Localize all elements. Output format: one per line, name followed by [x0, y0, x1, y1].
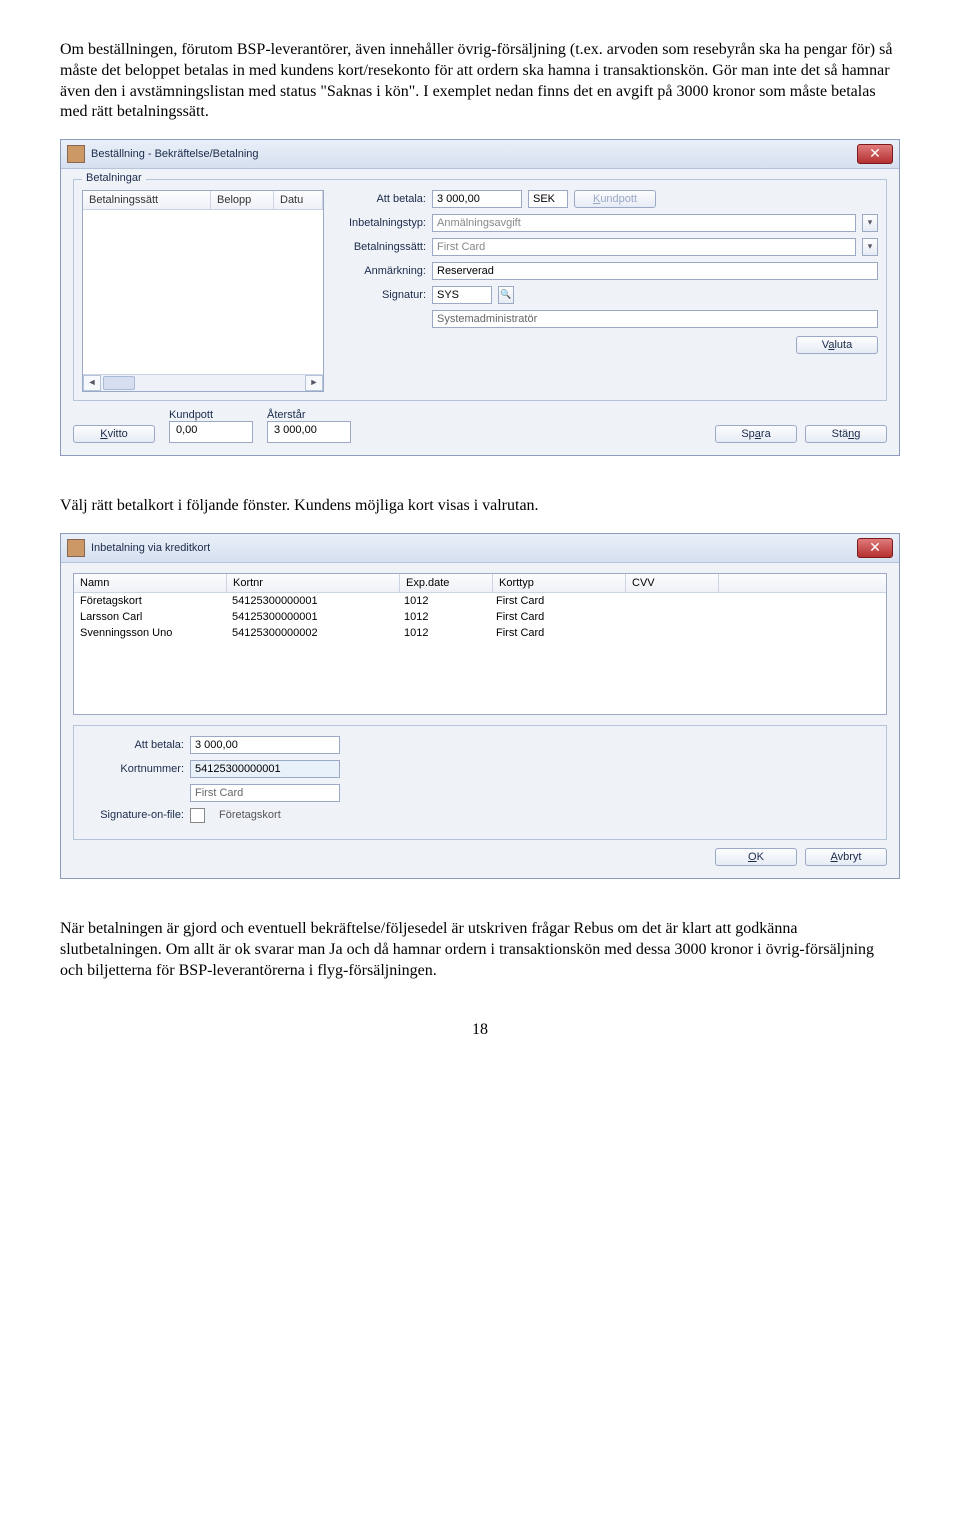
- label-kortnr: Kortnummer:: [84, 763, 184, 775]
- input-currency[interactable]: [528, 190, 568, 208]
- input-inbtyp[interactable]: [432, 214, 856, 232]
- paragraph-3: När betalningen är gjord och eventuell b…: [60, 919, 900, 981]
- input-signame: [432, 310, 878, 328]
- input-betsatt[interactable]: [432, 238, 856, 256]
- col-exp[interactable]: Exp.date: [400, 574, 493, 592]
- kortnamn-display: Företagskort: [219, 809, 281, 821]
- input-korttyp: [190, 784, 340, 802]
- close-icon[interactable]: ✕: [857, 538, 893, 558]
- input-attbetala[interactable]: [432, 190, 522, 208]
- group-legend: Betalningar: [82, 172, 146, 184]
- ok-button[interactable]: OK: [715, 848, 797, 866]
- lookup-icon[interactable]: 🔍: [498, 286, 514, 304]
- payments-list[interactable]: Betalningssätt Belopp Datu ◄ ►: [82, 190, 324, 392]
- titlebar: Inbetalning via kreditkort ✕: [61, 534, 899, 563]
- dropdown-icon[interactable]: ▾: [862, 214, 878, 232]
- col-typ[interactable]: Korttyp: [493, 574, 626, 592]
- page-number: 18: [60, 1021, 900, 1039]
- input-kortnr[interactable]: [190, 760, 340, 778]
- label-attbetala: Att betala:: [336, 193, 426, 205]
- cards-table[interactable]: Namn Kortnr Exp.date Korttyp CVV Företag…: [73, 573, 887, 715]
- scroll-right-icon[interactable]: ►: [305, 375, 323, 391]
- avbryt-button[interactable]: Avbryt: [805, 848, 887, 866]
- label-anm: Anmärkning:: [336, 265, 426, 277]
- paragraph-2: Välj rätt betalkort i följande fönster. …: [60, 496, 900, 517]
- dialog-title: Beställning - Bekräftelse/Betalning: [91, 148, 259, 160]
- dialog-inbetalning: Inbetalning via kreditkort ✕ Namn Kortnr…: [60, 533, 900, 879]
- sof-checkbox[interactable]: [190, 808, 205, 823]
- stang-button[interactable]: Stäng: [805, 425, 887, 443]
- scroll-thumb[interactable]: [103, 376, 135, 390]
- close-icon[interactable]: ✕: [857, 144, 893, 164]
- app-icon: [67, 145, 85, 163]
- col-betalningssatt[interactable]: Betalningssätt: [83, 191, 211, 209]
- h-scrollbar[interactable]: ◄ ►: [83, 374, 323, 391]
- col-namn[interactable]: Namn: [74, 574, 227, 592]
- dialog-title: Inbetalning via kreditkort: [91, 542, 210, 554]
- label-sig: Signatur:: [336, 289, 426, 301]
- kundpott-display: Kundpott 0,00: [169, 409, 253, 443]
- valuta-button[interactable]: Valuta: [796, 336, 878, 354]
- spara-button[interactable]: Spara: [715, 425, 797, 443]
- paragraph-1: Om beställningen, förutom BSP-leverantör…: [60, 40, 900, 123]
- table-row[interactable]: Företagskort 54125300000001 1012 First C…: [74, 593, 886, 609]
- label-attbetala: Att betala:: [84, 739, 184, 751]
- app-icon: [67, 539, 85, 557]
- kvitto-button[interactable]: Kvitto: [73, 425, 155, 443]
- label-betsatt: Betalningssätt:: [336, 241, 426, 253]
- input-anm[interactable]: [432, 262, 878, 280]
- input-sig[interactable]: [432, 286, 492, 304]
- table-row[interactable]: Larsson Carl 54125300000001 1012 First C…: [74, 609, 886, 625]
- scroll-left-icon[interactable]: ◄: [83, 375, 101, 391]
- group-betalningar: Betalningar Betalningssätt Belopp Datu ◄…: [73, 179, 887, 401]
- col-cvv[interactable]: CVV: [626, 574, 719, 592]
- dialog-bestallning: Beställning - Bekräftelse/Betalning ✕ Be…: [60, 139, 900, 456]
- aterstar-display: Återstår 3 000,00: [267, 409, 351, 443]
- label-inbtyp: Inbetalningstyp:: [336, 217, 426, 229]
- dropdown-icon[interactable]: ▾: [862, 238, 878, 256]
- col-datum[interactable]: Datu: [274, 191, 323, 209]
- kundpott-button[interactable]: KKundpottundpott: [574, 190, 656, 208]
- table-row[interactable]: Svenningsson Uno 54125300000002 1012 Fir…: [74, 625, 886, 641]
- col-belopp[interactable]: Belopp: [211, 191, 274, 209]
- input-attbetala2[interactable]: [190, 736, 340, 754]
- titlebar: Beställning - Bekräftelse/Betalning ✕: [61, 140, 899, 169]
- label-sof: Signature-on-file:: [84, 809, 184, 821]
- col-kortnr[interactable]: Kortnr: [227, 574, 400, 592]
